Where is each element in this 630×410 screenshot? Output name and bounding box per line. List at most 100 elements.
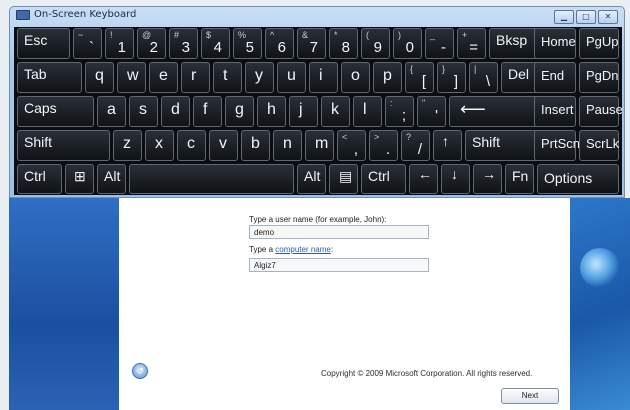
key-z[interactable]: z: [113, 130, 142, 161]
key-p[interactable]: p: [373, 62, 402, 93]
key-period[interactable]: >.: [369, 130, 398, 161]
key-down-arrow[interactable]: ↓: [441, 164, 470, 194]
key-alt-left[interactable]: Alt: [97, 164, 126, 194]
key-label: /: [417, 141, 422, 158]
computer-name-help-link[interactable]: computer name: [275, 245, 331, 254]
key-backtick[interactable]: ~ `: [73, 28, 102, 59]
key-up-arrow[interactable]: ↑: [433, 130, 462, 161]
key-label: 0: [405, 39, 414, 56]
key-minus[interactable]: _ -: [425, 28, 454, 59]
key-alt-label: !: [110, 30, 113, 40]
key-windows[interactable]: ⊞: [65, 164, 94, 194]
computer-name-input[interactable]: Algiz7: [249, 258, 429, 272]
key-alt-label: (: [366, 30, 369, 40]
key-shift-left[interactable]: Shift: [17, 130, 110, 161]
key-4[interactable]: $4: [201, 28, 230, 59]
key-alt-label: ^: [270, 30, 275, 40]
next-button[interactable]: Next: [501, 388, 559, 404]
key-c[interactable]: c: [177, 130, 206, 161]
key-1[interactable]: ! 1: [105, 28, 134, 59]
key-8[interactable]: * 8: [329, 28, 358, 59]
key-equals[interactable]: + =: [457, 28, 486, 59]
key-semicolon[interactable]: :;: [385, 96, 414, 127]
key-f[interactable]: f: [193, 96, 222, 127]
key-esc[interactable]: Esc: [17, 28, 70, 59]
key-alt-right[interactable]: Alt: [297, 164, 326, 194]
key-fn[interactable]: Fn: [505, 164, 534, 194]
username-input[interactable]: demo: [249, 225, 429, 239]
key-label: w: [127, 67, 139, 84]
key-u[interactable]: u: [277, 62, 306, 93]
key-5[interactable]: % 5: [233, 28, 262, 59]
key-left-arrow[interactable]: ←: [409, 164, 438, 194]
key-w[interactable]: w: [117, 62, 146, 93]
key-l[interactable]: l: [353, 96, 382, 127]
key-i[interactable]: i: [309, 62, 338, 93]
key-home[interactable]: Home: [534, 28, 576, 59]
key-slash[interactable]: ? /: [401, 130, 430, 161]
key-pgup[interactable]: PgUp: [579, 28, 619, 59]
key-m[interactable]: m: [305, 130, 334, 161]
key-s[interactable]: s: [129, 96, 158, 127]
key-label: Home: [541, 34, 576, 49]
key-r[interactable]: r: [181, 62, 210, 93]
key-alt-label: |: [474, 64, 477, 74]
key-o[interactable]: o: [341, 62, 370, 93]
key-q[interactable]: q: [85, 62, 114, 93]
key-left-bracket[interactable]: {[: [405, 62, 434, 93]
key-label: 8: [341, 39, 350, 56]
copyright-text: Copyright © 2009 Microsoft Corporation. …: [321, 369, 533, 378]
key-e[interactable]: e: [149, 62, 178, 93]
key-h[interactable]: h: [257, 96, 286, 127]
key-pgdn[interactable]: PgDn: [579, 62, 619, 93]
key-t[interactable]: t: [213, 62, 242, 93]
key-label: `: [89, 39, 94, 56]
key-caps[interactable]: Caps: [17, 96, 94, 127]
key-3[interactable]: #3: [169, 28, 198, 59]
key-options[interactable]: Options: [537, 164, 619, 194]
key-7[interactable]: & 7: [297, 28, 326, 59]
key-6[interactable]: ^ 6: [265, 28, 294, 59]
key-alt-label: +: [462, 30, 468, 40]
ease-of-access-icon[interactable]: ↺: [132, 363, 148, 379]
key-x[interactable]: x: [145, 130, 174, 161]
key-backslash[interactable]: | \: [469, 62, 498, 93]
key-space[interactable]: [129, 164, 294, 194]
key-right-bracket[interactable]: }]: [437, 62, 466, 93]
key-label: Alt: [104, 168, 121, 184]
key-label: .: [385, 141, 390, 158]
key-y[interactable]: y: [245, 62, 274, 93]
key-prtscn[interactable]: PrtScn: [534, 130, 580, 161]
key-shift-right[interactable]: Shift: [465, 130, 539, 161]
key-quote[interactable]: " ': [417, 96, 446, 127]
key-insert[interactable]: Insert: [534, 96, 576, 127]
close-button[interactable]: ✕: [598, 10, 618, 24]
key-a[interactable]: a: [97, 96, 126, 127]
key-label: j: [299, 101, 303, 118]
key-ctrl-right[interactable]: Ctrl: [361, 164, 406, 194]
key-label: Ctrl: [368, 168, 390, 184]
key-menu[interactable]: ▤: [329, 164, 358, 194]
key-g[interactable]: g: [225, 96, 254, 127]
key-scrlk[interactable]: ScrLk: [579, 130, 619, 161]
key-comma[interactable]: <,: [337, 130, 366, 161]
maximize-button[interactable]: □: [576, 10, 596, 24]
key-j[interactable]: j: [289, 96, 318, 127]
key-ctrl-left[interactable]: Ctrl: [17, 164, 62, 194]
key-d[interactable]: d: [161, 96, 190, 127]
key-pause[interactable]: Pause: [579, 96, 623, 127]
key-right-arrow[interactable]: →: [473, 164, 502, 194]
key-n[interactable]: n: [273, 130, 302, 161]
key-tab[interactable]: Tab: [17, 62, 82, 93]
key-2[interactable]: @2: [137, 28, 166, 59]
minimize-button[interactable]: ▁: [554, 10, 574, 24]
key-k[interactable]: k: [321, 96, 350, 127]
key-enter[interactable]: ⟵: [449, 96, 539, 127]
key-backspace[interactable]: Bksp: [489, 28, 539, 59]
key-9[interactable]: (9: [361, 28, 390, 59]
key-end[interactable]: End: [534, 62, 576, 93]
menu-icon: ▤: [339, 168, 353, 184]
key-v[interactable]: v: [209, 130, 238, 161]
key-b[interactable]: b: [241, 130, 270, 161]
key-0[interactable]: ) 0: [393, 28, 422, 59]
